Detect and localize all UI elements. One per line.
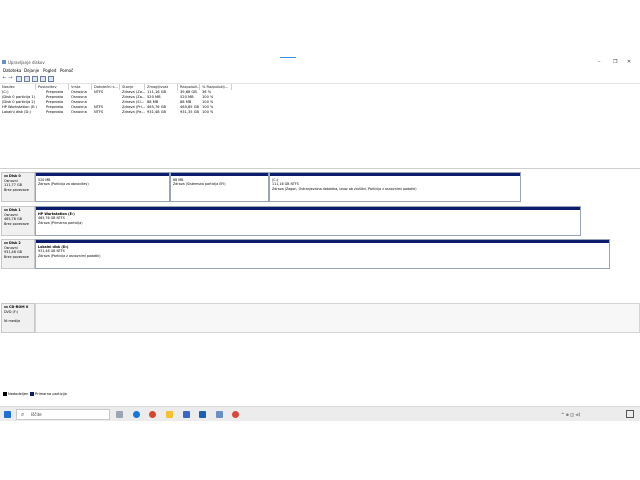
edge-icon[interactable] [133, 411, 140, 418]
partition-desc: Zdrava (Particija za obnovitev) [38, 182, 89, 187]
menu-help[interactable]: Pomoč [60, 68, 73, 73]
app-icon[interactable] [232, 411, 239, 418]
disk-size: 111,77 GB [4, 183, 22, 187]
maximize-button[interactable]: ❐ [613, 60, 617, 65]
properties-icon[interactable] [16, 76, 22, 82]
partition-desc: Zdrava (Primarna particija) [38, 220, 83, 225]
cell-filesystem: NTFS [94, 110, 104, 114]
cdrom-label[interactable]: CD-ROM 0 DVD (F:) Ni medija [1, 303, 35, 333]
volume-list: Nosilec Postavitev Vrsta Datotečni s... … [0, 84, 640, 169]
partition-bar [36, 207, 580, 210]
close-button[interactable]: ✕ [627, 60, 631, 65]
legend-unallocated-swatch [3, 392, 7, 396]
taskbar: ⌕ Iščite ^ ⊕ ◫ ⊲) [0, 406, 640, 422]
outlook-icon[interactable] [199, 411, 206, 418]
legend-primary-label: Primarna particija [35, 392, 67, 396]
disk-icon [4, 242, 8, 244]
menu-file[interactable]: Datoteka [3, 68, 21, 73]
partition-bar [171, 173, 268, 176]
cell-volume: Lokalni disk (D:) [2, 110, 31, 114]
partition-desc: Zdrava (Sistemska particija EFI) [173, 182, 226, 187]
disk-graphical-view: Disk 0 Osnovni 111,77 GB Brez povezave 5… [0, 169, 640, 394]
list-view-icon[interactable] [48, 76, 54, 82]
focus-accent [280, 57, 296, 58]
disk-management-window: Upravljanje diskov – ❐ ✕ Datoteka Dejanj… [0, 57, 640, 407]
disk-management-icon [2, 60, 6, 64]
disk-status: Brez povezave [4, 254, 29, 259]
notification-icon[interactable] [626, 410, 634, 418]
back-arrow-icon[interactable]: ← [2, 76, 7, 81]
partition-desc: Zdrava (Zagon, Ostranjevalna datoteka, I… [272, 186, 417, 191]
store-icon[interactable] [183, 411, 190, 418]
partition-bar [36, 173, 169, 176]
disk-status: Brez povezave [4, 221, 29, 226]
help-icon[interactable] [24, 76, 30, 82]
partition-d-drive[interactable]: Lokalni disk (D:) 931,48 GB NTFS Zdrava … [35, 239, 610, 269]
cell-capacity: 931,48 GB [147, 110, 166, 114]
cell-layout: Preprosta [46, 110, 64, 114]
legend-primary-swatch [30, 392, 34, 396]
disk-icon [4, 175, 8, 177]
forward-arrow-icon[interactable]: → [8, 76, 13, 81]
disk-name: Disk 2 [9, 241, 21, 245]
toolbar: ← → [0, 75, 640, 84]
menu-bar: Datoteka Dejanje Pogled Pomoč [0, 67, 640, 74]
search-box[interactable]: ⌕ Iščite [16, 409, 110, 420]
refresh-icon[interactable] [32, 76, 38, 82]
cell-status: Zdrava (Pa... [122, 110, 145, 114]
cdrom-area[interactable] [35, 303, 640, 333]
task-view-icon[interactable] [116, 411, 123, 418]
partition-c-drive[interactable]: (C:) 111,16 GB NTFS Zdrava (Zagon, Ostra… [269, 172, 521, 202]
disk-name: Disk 1 [9, 208, 21, 212]
title-bar: Upravljanje diskov – ❐ ✕ [0, 57, 640, 67]
cell-free: 931,35 GB [180, 110, 199, 114]
disk-1-label[interactable]: Disk 1 Osnovni 465,76 GB Brez povezave [1, 206, 35, 236]
disk-icon [4, 209, 8, 211]
partition-desc: Zdrava (Particija z osnovnimi podatki) [38, 253, 101, 258]
cdrom-icon [4, 306, 8, 308]
menu-action[interactable]: Dejanje [24, 68, 39, 73]
disk-management-taskbar-icon[interactable] [216, 411, 223, 418]
disk-type: Osnovni [4, 245, 18, 250]
disk-type: Osnovni [4, 212, 18, 217]
partition-bar [36, 240, 609, 243]
disk-status: Brez povezave [4, 187, 29, 192]
cdrom-drive: DVD (F:) [4, 309, 19, 314]
cdrom-media: Ni medija [4, 318, 21, 323]
file-explorer-icon[interactable] [166, 411, 173, 418]
legend-unallocated-label: Nedodeljen [8, 392, 29, 396]
disk-type: Osnovni [4, 178, 18, 183]
minimize-button[interactable]: – [598, 60, 601, 65]
legend: Nedodeljen Primarna particija [0, 391, 640, 398]
cdrom-name: CD-ROM 0 [9, 305, 29, 309]
cell-percent-free: 100 % [202, 110, 214, 114]
disk-name: Disk 0 [9, 174, 21, 178]
disk-size: 465,76 GB [4, 217, 22, 221]
partition-disk0-recovery[interactable]: 520 MB Zdrava (Particija za obnovitev) [35, 172, 170, 202]
start-icon[interactable] [4, 411, 11, 418]
chrome-icon[interactable] [149, 411, 156, 418]
window-title: Upravljanje diskov [8, 60, 45, 65]
search-icon: ⌕ [21, 411, 25, 418]
partition-bar [270, 173, 520, 176]
disk-size: 931,48 GB [4, 250, 22, 254]
menu-view[interactable]: Pogled [43, 68, 56, 73]
cell-type: Osnovna [71, 110, 87, 114]
system-tray[interactable]: ^ ⊕ ◫ ⊲) [561, 412, 580, 417]
search-input: Iščite [31, 412, 42, 417]
partition-disk0-efi[interactable]: 88 MB Zdrava (Sistemska particija EFI) [170, 172, 269, 202]
disk-2-label[interactable]: Disk 2 Osnovni 931,48 GB Brez povezave [1, 239, 35, 269]
empty-area [0, 421, 640, 480]
view-icon[interactable] [40, 76, 46, 82]
partition-e-drive[interactable]: HP Workstation (E:) 465,76 GB NTFS Zdrav… [35, 206, 581, 236]
disk-0-label[interactable]: Disk 0 Osnovni 111,77 GB Brez povezave [1, 172, 35, 202]
